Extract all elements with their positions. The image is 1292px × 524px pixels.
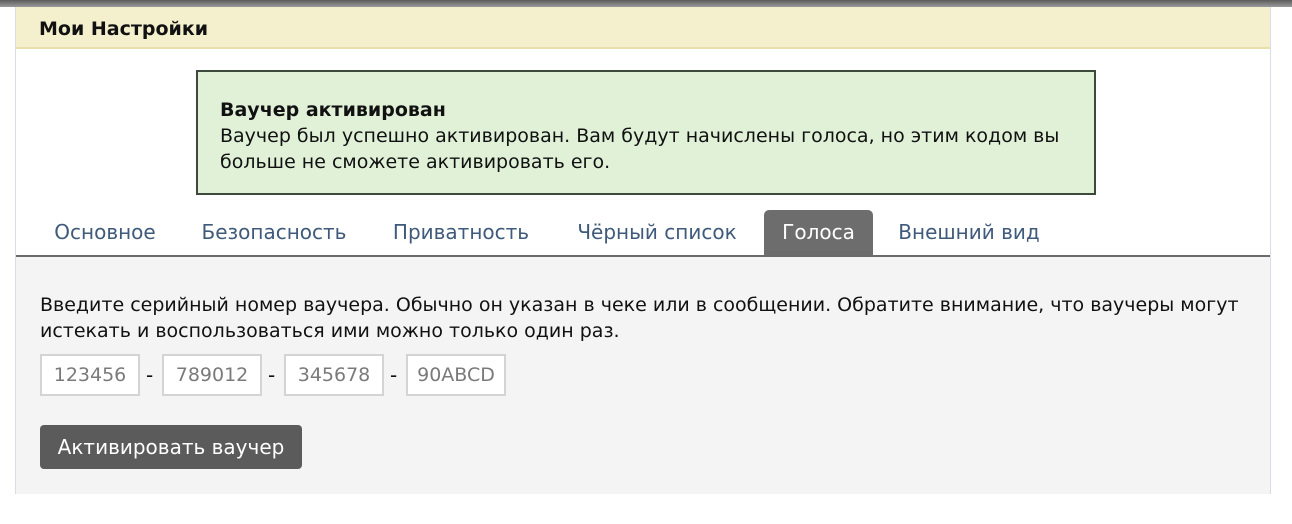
tab-votes[interactable]: Голоса (764, 210, 873, 255)
voucher-serial-input-4[interactable] (406, 354, 506, 396)
voucher-serial-input-3[interactable] (284, 354, 384, 396)
tab-appearance[interactable]: Внешний вид (889, 210, 1049, 255)
votes-content: Введите серийный номер ваучера. Обычно о… (16, 257, 1270, 494)
voucher-serial-input-2[interactable] (162, 354, 262, 396)
voucher-instructions: Введите серийный номер ваучера. Обычно о… (40, 294, 1239, 342)
serial-separator: - (146, 363, 154, 387)
voucher-serial-input-1[interactable] (40, 354, 140, 396)
notice-message: Ваучер был успешно активирован. Вам буду… (220, 125, 1060, 173)
settings-tabs: Основное Безопасность Приватность Чёрный… (16, 209, 1270, 257)
page-title: Мои Настройки (39, 18, 209, 40)
serial-separator: - (390, 363, 398, 387)
tab-privacy[interactable]: Приватность (381, 210, 541, 255)
notice-title: Ваучер активирован (220, 99, 446, 121)
tab-blacklist[interactable]: Чёрный список (562, 210, 752, 255)
panel-header: Мои Настройки (16, 7, 1270, 49)
activate-voucher-button[interactable]: Активировать ваучер (40, 425, 302, 469)
tab-general[interactable]: Основное (39, 210, 171, 255)
window-top-bar (0, 0, 1292, 7)
serial-separator: - (268, 363, 276, 387)
settings-panel: Мои Настройки Ваучер активирован Ваучер … (15, 7, 1271, 494)
tab-security[interactable]: Безопасность (192, 210, 356, 255)
success-notice: Ваучер активирован Ваучер был успешно ак… (196, 70, 1096, 195)
